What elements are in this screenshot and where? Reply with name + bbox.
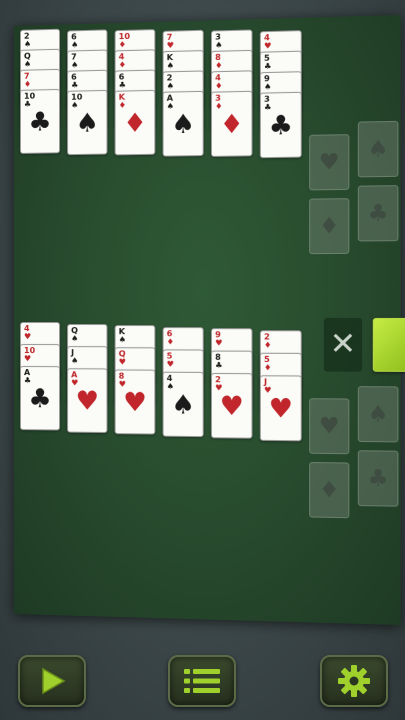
card-center-suit-icon: ♣	[28, 384, 52, 415]
card-suit-icon: ♦	[263, 362, 272, 372]
foundation-slot[interactable]: ♣	[357, 185, 399, 242]
card-suit-icon: ♠	[23, 39, 32, 49]
bottom-foundations: ♥ ♠ ♦ ♣	[14, 15, 401, 519]
playing-card[interactable]: A ♣ ♣	[19, 366, 61, 431]
stock-empty-slot[interactable]: ✕	[323, 317, 363, 372]
card-suit-icon: ♥	[215, 338, 223, 348]
playing-card[interactable]: A ♠ ♠	[162, 90, 204, 157]
card-suit-icon: ♣	[215, 360, 223, 370]
card-suit-icon: ♦	[166, 336, 175, 346]
foundation-slot[interactable]: ♥	[309, 398, 350, 455]
settings-button[interactable]	[320, 655, 388, 707]
card-suit-icon: ♦	[215, 81, 223, 91]
card-suit-icon: ♣	[263, 61, 272, 71]
top-column: 6 ♠ 7 ♠ 6 ♣ 10 ♠ ♠	[14, 15, 401, 155]
card-suit-icon: ♣	[71, 80, 79, 90]
card-suit-icon: ♦	[118, 60, 126, 70]
playing-card[interactable]: 10 ♣ ♣	[19, 88, 61, 154]
top-column: 3 ♠ 8 ♦ 4 ♦ 3 ♦ ♦	[14, 15, 401, 157]
playing-card[interactable]: 3 ♦ ♦	[210, 90, 253, 157]
card-suit-icon: ♠	[118, 335, 126, 345]
top-column: 4 ♥ 5 ♣ 9 ♠ 3 ♣ ♣	[14, 15, 401, 158]
card-suit-icon: ♥	[166, 40, 175, 50]
playing-card[interactable]: J ♥ ♥	[259, 374, 302, 441]
game-table: 2 ♠ Q ♠ 7 ♦ 10 ♣ ♣ 6 ♠ 7 ♠ 6 ♣ 10 ♠ ♠ 10 ♦ 4 ♦ 6 ♣ K ♦ ♦ 7 ♥ K ♠ 2 ♠ A ♠ ♠ 3…	[14, 14, 405, 626]
card-suit-icon: ♥	[166, 359, 175, 369]
play-button[interactable]	[18, 655, 86, 707]
card-center-suit-icon: ♥	[75, 385, 100, 417]
top-column: 2 ♠ Q ♠ 7 ♦ 10 ♣ ♣	[14, 15, 401, 154]
playing-card[interactable]: 4 ♠ ♠	[162, 371, 204, 437]
card-suit-icon: ♦	[215, 60, 223, 71]
card-center-suit-icon: ♥	[123, 387, 147, 419]
bottom-tableau: 4 ♥ 10 ♥ A ♣ ♣ Q ♠ J ♠ A ♥ ♥ K ♠ Q ♥ 8 ♥ ♥ 6 ♦ 5 ♥ 4 ♠ ♠ 9 ♥ 8 ♣ 2 ♥ ♥ 2 ♦ 5 ♦…	[14, 15, 401, 441]
card-suit-icon: ♠	[215, 40, 223, 50]
foundation-suit-icon: ♠	[367, 136, 389, 163]
bottom-column: 6 ♦ 5 ♥ 4 ♠ ♠	[14, 15, 401, 437]
card-suit-icon: ♠	[71, 333, 79, 343]
bottom-column: 2 ♦ 5 ♦ J ♥ ♥	[14, 15, 401, 441]
top-column: 10 ♦ 4 ♦ 6 ♣ K ♦ ♦	[14, 15, 401, 156]
foundation-suit-icon: ♦	[318, 477, 340, 504]
playing-card[interactable]: 2 ♥ ♥	[210, 372, 253, 439]
top-column: 7 ♥ K ♠ 2 ♠ A ♠ ♠	[14, 15, 401, 157]
card-suit-icon: ♠	[263, 81, 272, 92]
play-icon	[42, 667, 66, 695]
card-suit-icon: ♦	[118, 39, 126, 50]
card-center-suit-icon: ♠	[171, 389, 196, 421]
stock-pile[interactable]	[372, 317, 405, 372]
foundation-suit-icon: ♥	[318, 413, 340, 440]
card-center-suit-icon: ♠	[171, 108, 196, 140]
foundation-suit-icon: ♣	[367, 200, 389, 227]
top-foundations: ♥ ♠ ♦ ♣	[14, 15, 401, 255]
bottom-column: 4 ♥ 10 ♥ A ♣ ♣	[14, 15, 401, 431]
playing-card[interactable]: 10 ♠ ♠	[67, 89, 108, 155]
foundation-slot[interactable]: ♦	[309, 461, 350, 519]
card-suit-icon: ♥	[23, 354, 32, 364]
card-suit-icon: ♥	[118, 357, 126, 367]
settings-icon	[338, 665, 370, 697]
card-suit-icon: ♦	[263, 339, 272, 350]
foundation-suit-icon: ♦	[318, 213, 340, 240]
bottom-column: Q ♠ J ♠ A ♥ ♥	[14, 15, 401, 433]
playing-card[interactable]: 8 ♥ ♥	[114, 369, 156, 435]
card-center-suit-icon: ♣	[268, 109, 293, 142]
card-suit-icon: ♦	[23, 79, 32, 89]
card-center-suit-icon: ♥	[268, 393, 293, 425]
foundation-slot[interactable]: ♠	[357, 120, 399, 178]
card-suit-icon: ♠	[23, 59, 32, 69]
foundation-slot[interactable]: ♠	[357, 386, 399, 443]
card-suit-icon: ♠	[71, 59, 79, 70]
card-center-suit-icon: ♥	[219, 391, 244, 423]
card-center-suit-icon: ♦	[123, 108, 147, 140]
menu-icon	[184, 669, 220, 693]
bottom-column: 9 ♥ 8 ♣ 2 ♥ ♥	[14, 15, 401, 439]
playing-card[interactable]: 3 ♣ ♣	[259, 91, 302, 158]
foundation-suit-icon: ♣	[367, 465, 389, 493]
card-center-suit-icon: ♠	[75, 107, 100, 139]
playing-card[interactable]: A ♥ ♥	[67, 367, 108, 433]
foundation-suit-icon: ♥	[318, 149, 340, 176]
card-suit-icon: ♠	[166, 60, 175, 70]
foundation-slot[interactable]: ♣	[357, 450, 399, 507]
card-suit-icon: ♠	[71, 39, 79, 50]
card-suit-icon: ♥	[263, 40, 272, 51]
foundation-suit-icon: ♠	[367, 401, 389, 428]
menu-button[interactable]	[168, 655, 236, 707]
card-center-suit-icon: ♦	[219, 109, 244, 141]
bottom-column: K ♠ Q ♥ 8 ♥ ♥	[14, 15, 401, 435]
card-center-suit-icon: ♣	[28, 107, 52, 138]
foundation-slot[interactable]: ♥	[309, 134, 350, 191]
top-tableau: 2 ♠ Q ♠ 7 ♦ 10 ♣ ♣ 6 ♠ 7 ♠ 6 ♣ 10 ♠ ♠ 10 ♦ 4 ♦ 6 ♣ K ♦ ♦ 7 ♥ K ♠ 2 ♠ A ♠ ♠ 3…	[14, 15, 401, 158]
card-suit-icon: ♠	[166, 80, 175, 91]
playing-card[interactable]: K ♦ ♦	[114, 89, 156, 156]
card-suit-icon: ♣	[118, 80, 126, 90]
card-suit-icon: ♥	[23, 332, 32, 342]
card-suit-icon: ♠	[71, 355, 79, 365]
foundation-slot[interactable]: ♦	[309, 198, 350, 255]
